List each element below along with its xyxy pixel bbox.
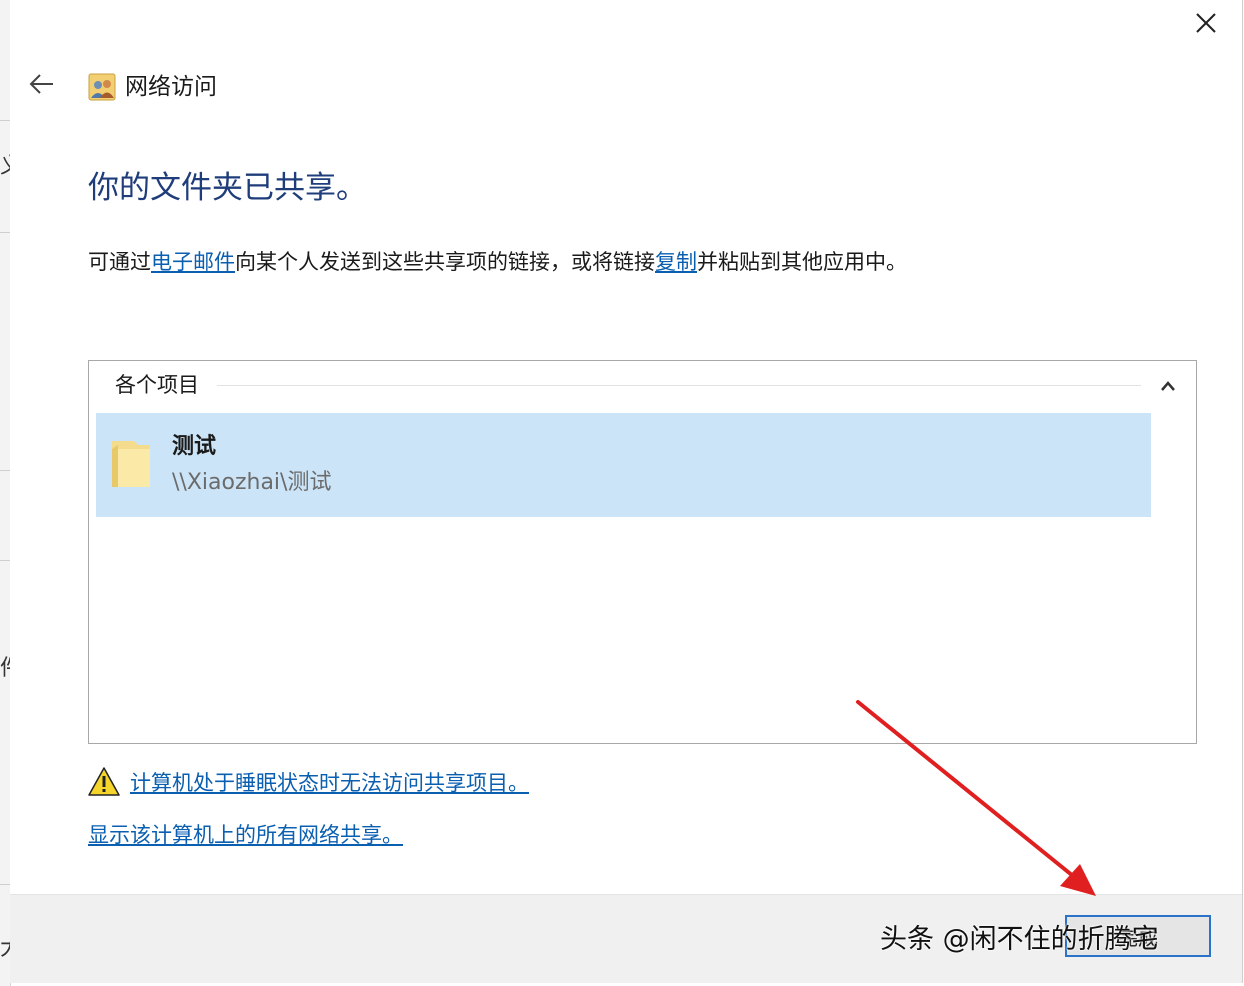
copy-link[interactable]: 复制	[655, 250, 697, 274]
email-link[interactable]: 电子邮件	[151, 250, 235, 274]
back-arrow-icon	[29, 74, 53, 94]
background-window-glyph: 件	[0, 650, 10, 682]
warning-icon	[88, 767, 120, 796]
group-header-divider	[217, 385, 1141, 386]
list-item[interactable]: 测试 \\Xiaozhai\测试	[96, 413, 1151, 517]
item-path: \\Xiaozhai\测试	[172, 470, 332, 495]
instruction-prefix: 可通过	[88, 250, 151, 274]
instruction-suffix: 并粘贴到其他应用中。	[697, 250, 907, 274]
close-button[interactable]	[1182, 0, 1230, 46]
background-window-glyph: 义	[0, 148, 10, 180]
background-window-divider	[0, 470, 10, 471]
background-window-divider	[0, 884, 10, 885]
instruction-text: 可通过电子邮件向某个人发送到这些共享项的链接，或将链接复制并粘贴到其他应用中。	[88, 244, 907, 280]
back-button[interactable]	[24, 66, 60, 102]
background-window-divider	[0, 232, 10, 233]
item-name: 测试	[172, 434, 217, 459]
group-header: 各个项目	[115, 373, 199, 397]
page-heading: 你的文件夹已共享。	[88, 170, 367, 206]
shared-items-list[interactable]: 各个项目 测试 \\Xiaozhai\测试	[88, 360, 1197, 744]
folder-icon	[112, 441, 150, 487]
instruction-middle: 向某个人发送到这些共享项的链接，或将链接	[235, 250, 655, 274]
background-window-glyph: 大	[0, 930, 10, 962]
background-window-divider	[0, 560, 10, 561]
chevron-up-icon	[1161, 381, 1175, 391]
watermark-text: 头条 @闲不住的折腾宅	[880, 924, 1159, 955]
show-all-shares-link[interactable]: 显示该计算机上的所有网络共享。	[88, 818, 403, 852]
network-access-dialog: 网络访问 你的文件夹已共享。 可通过电子邮件向某个人发送到这些共享项的链接，或将…	[10, 0, 1243, 983]
window-title: 网络访问	[125, 74, 217, 100]
sleep-warning-link[interactable]: 计算机处于睡眠状态时无法访问共享项目。	[130, 766, 529, 800]
background-window-divider	[0, 120, 10, 121]
close-icon	[1196, 13, 1216, 33]
collapse-group-button[interactable]	[1153, 373, 1183, 399]
screenshot: 义 件 大 网络访问 你的文件夹已共享	[0, 0, 1244, 986]
network-users-icon	[88, 73, 116, 101]
